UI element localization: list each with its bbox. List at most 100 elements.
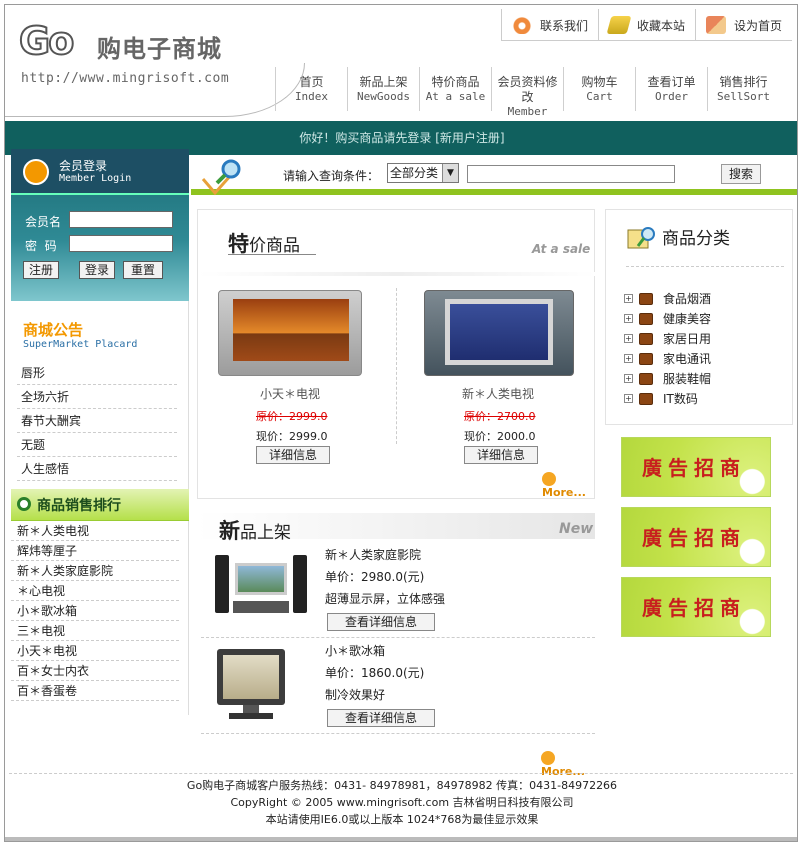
set-homepage-link[interactable]: 设为首页 — [695, 9, 792, 41]
divider — [201, 733, 595, 734]
notice-item[interactable]: 春节大酬宾 — [17, 409, 177, 433]
rank-item[interactable]: 新＊人类电视 — [11, 521, 179, 541]
chevron-down-icon[interactable]: ▼ — [442, 164, 458, 182]
product-name[interactable]: 小天＊电视 — [230, 385, 350, 402]
rank-item[interactable]: 三＊电视 — [11, 621, 179, 641]
current-price: 现价：2999.0 — [256, 430, 328, 443]
special-title-rest: 价商品 — [249, 236, 300, 256]
nav-newgoods[interactable]: 新品上架 NewGoods — [347, 67, 419, 111]
product-image[interactable] — [217, 649, 285, 721]
category-item[interactable]: + 家电通讯 — [624, 350, 711, 367]
new-product-name[interactable]: 小＊歌冰箱 — [325, 642, 385, 659]
nav-newgoods-cn: 新品上架 — [359, 75, 408, 89]
category-item[interactable]: + 食品烟酒 — [624, 290, 711, 307]
expand-icon[interactable]: + — [624, 374, 633, 383]
nav-cart-cn: 购物车 — [581, 75, 618, 89]
rank-item[interactable]: 小＊歌冰箱 — [11, 601, 179, 621]
nav-sellsort[interactable]: 销售排行 SellSort — [707, 67, 779, 111]
more-icon — [541, 751, 555, 765]
category-select-value: 全部分类 — [390, 166, 439, 180]
bookmark-icon — [606, 16, 632, 34]
category-item-label: 家电通讯 — [663, 352, 712, 366]
expand-icon[interactable]: + — [624, 314, 633, 323]
nav-member[interactable]: 会员资料修改 Member — [491, 67, 563, 118]
ad-banner[interactable]: 廣告招商 — [621, 437, 771, 497]
product-image[interactable] — [218, 290, 362, 376]
top-links: 联系我们 收藏本站 设为首页 — [501, 9, 793, 41]
home-icon — [706, 16, 727, 34]
nav-order[interactable]: 查看订单 Order — [635, 67, 707, 111]
special-title-en: At a sale — [532, 242, 591, 256]
category-item[interactable]: + IT数码 — [624, 390, 698, 407]
logo-url: http://www.mingrisoft.com — [21, 71, 230, 86]
nav-cart[interactable]: 购物车 Cart — [563, 67, 635, 111]
category-item[interactable]: + 健康美容 — [624, 310, 711, 327]
book-icon — [639, 352, 653, 365]
divider — [198, 272, 596, 276]
new-product-name[interactable]: 新＊人类家庭影院 — [325, 546, 421, 563]
nav-sale[interactable]: 特价商品 At a sale — [419, 67, 491, 111]
search-label: 请输入查询条件： — [283, 169, 380, 183]
category-item[interactable]: + 家居日用 — [624, 330, 711, 347]
expand-icon[interactable]: + — [624, 334, 633, 343]
notice-subtitle: SuperMarket Placard — [23, 339, 138, 350]
ad-banner[interactable]: 廣告招商 — [621, 577, 771, 637]
login-button[interactable]: 登录 — [79, 261, 115, 279]
ad-banner[interactable]: 廣告招商 — [621, 507, 771, 567]
bookmark-link[interactable]: 收藏本站 — [598, 9, 695, 41]
rank-item[interactable]: 百＊香蛋卷 — [11, 681, 179, 701]
password-field[interactable] — [69, 235, 173, 252]
new-product-price: 单价：1860.0(元) — [325, 666, 425, 680]
product-image[interactable] — [215, 553, 307, 617]
page-frame: Go 购电子商城 http://www.mingrisoft.com 联系我们 … — [4, 4, 798, 842]
login-panel: 会员登录 Member Login 会员名 密 码 注册 登录 重置 — [11, 149, 189, 301]
book-icon — [639, 332, 653, 345]
nav-sale-cn: 特价商品 — [431, 75, 480, 89]
search-button[interactable]: 搜索 — [721, 164, 761, 184]
reset-button[interactable]: 重置 — [123, 261, 163, 279]
original-price: 原价：2700.0 — [464, 410, 536, 423]
username-label: 会员名 — [25, 215, 62, 229]
current-price: 现价：2000.0 — [464, 430, 536, 443]
notice-item[interactable]: 唇形 — [17, 361, 177, 385]
search-magnifier-icon — [201, 159, 241, 196]
set-homepage-label: 设为首页 — [734, 18, 783, 33]
expand-icon[interactable]: + — [624, 294, 633, 303]
rank-item[interactable]: 辉炜等厘子 — [11, 541, 179, 561]
rank-item[interactable]: 新＊人类家庭影院 — [11, 561, 179, 581]
site-logo[interactable]: Go 购电子商城 — [18, 18, 259, 69]
detail-button[interactable]: 详细信息 — [464, 446, 538, 464]
book-icon — [639, 372, 653, 385]
category-select[interactable]: 全部分类 ▼ — [387, 163, 459, 183]
view-details-button[interactable]: 查看详细信息 — [327, 709, 435, 727]
nav-member-cn: 会员资料修改 — [497, 75, 558, 104]
original-price: 原价：2999.0 — [256, 410, 328, 423]
nav-index-cn: 首页 — [299, 75, 324, 89]
nav-index[interactable]: 首页 Index — [275, 67, 347, 111]
product-name[interactable]: 新＊人类电视 — [438, 385, 558, 402]
more-link[interactable]: More... — [542, 472, 594, 499]
main-nav: 首页 Index 新品上架 NewGoods 特价商品 At a sale 会员资料修… — [275, 67, 779, 118]
welcome-text[interactable]: 你好！购买商品请先登录 [新用户注册] — [299, 131, 504, 145]
rank-item[interactable]: 小天＊电视 — [11, 641, 179, 661]
special-section: 特价商品 At a sale 小天＊电视 原价：2999.0 现价：2999.0… — [197, 209, 596, 499]
detail-button[interactable]: 详细信息 — [256, 446, 330, 464]
target-icon — [17, 497, 31, 511]
contact-us-link[interactable]: 联系我们 — [501, 9, 598, 41]
product-image[interactable] — [424, 290, 574, 376]
ad-text: 廣告招商 — [642, 456, 746, 480]
expand-icon[interactable]: + — [624, 394, 633, 403]
username-field[interactable] — [69, 211, 173, 228]
bottom-bar — [5, 837, 797, 841]
register-button[interactable]: 注册 — [23, 261, 59, 279]
expand-icon[interactable]: + — [624, 354, 633, 363]
notice-item[interactable]: 无题 — [17, 433, 177, 457]
new-product-desc: 制冷效果好 — [325, 688, 386, 702]
category-item[interactable]: + 服装鞋帽 — [624, 370, 711, 387]
rank-item[interactable]: ＊心电视 — [11, 581, 179, 601]
notice-item[interactable]: 全场六折 — [17, 385, 177, 409]
search-input[interactable] — [467, 165, 675, 183]
rank-item[interactable]: 百＊女士内衣 — [11, 661, 179, 681]
view-details-button[interactable]: 查看详细信息 — [327, 613, 435, 631]
notice-item[interactable]: 人生感悟 — [17, 457, 177, 481]
